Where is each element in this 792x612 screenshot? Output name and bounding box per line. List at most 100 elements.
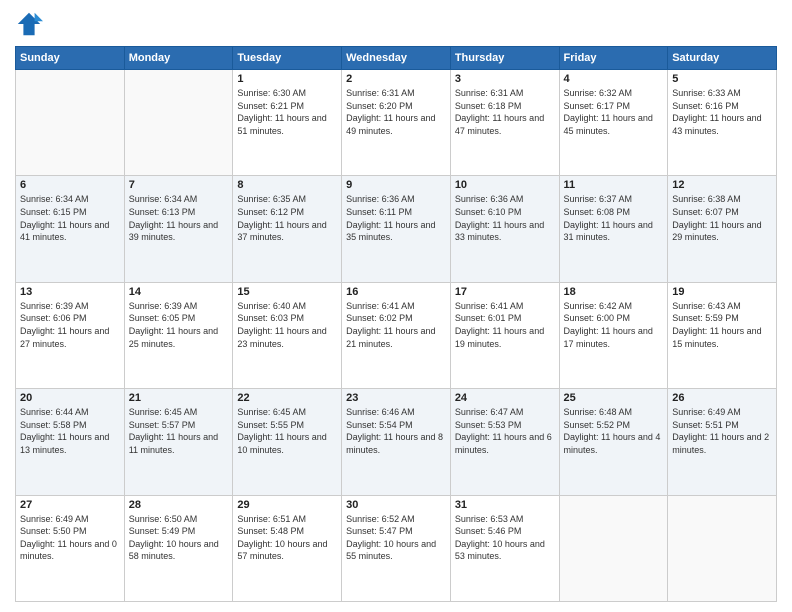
day-info: Sunrise: 6:50 AM Sunset: 5:49 PM Dayligh… bbox=[129, 513, 229, 563]
calendar-cell: 14 Sunrise: 6:39 AM Sunset: 6:05 PM Dayli… bbox=[124, 282, 233, 388]
day-number: 3 bbox=[455, 73, 555, 85]
calendar-cell: 26 Sunrise: 6:49 AM Sunset: 5:51 PM Dayli… bbox=[668, 389, 777, 495]
weekday-header-saturday: Saturday bbox=[668, 47, 777, 70]
calendar-table: SundayMondayTuesdayWednesdayThursdayFrid… bbox=[15, 46, 777, 602]
calendar-week-1: 1 Sunrise: 6:30 AM Sunset: 6:21 PM Daylig… bbox=[16, 70, 777, 176]
calendar-cell: 24 Sunrise: 6:47 AM Sunset: 5:53 PM Dayli… bbox=[450, 389, 559, 495]
day-info: Sunrise: 6:41 AM Sunset: 6:01 PM Dayligh… bbox=[455, 300, 555, 350]
day-info: Sunrise: 6:46 AM Sunset: 5:54 PM Dayligh… bbox=[346, 406, 446, 456]
calendar-week-5: 27Sunrise: 6:49 AM Sunset: 5:50 PM Dayli… bbox=[16, 495, 777, 601]
calendar-cell: 13 Sunrise: 6:39 AM Sunset: 6:06 PM Dayli… bbox=[16, 282, 125, 388]
calendar-cell: 27Sunrise: 6:49 AM Sunset: 5:50 PM Dayli… bbox=[16, 495, 125, 601]
weekday-header-sunday: Sunday bbox=[16, 47, 125, 70]
day-number: 19 bbox=[672, 286, 772, 298]
day-info: Sunrise: 6:39 AM Sunset: 6:06 PM Dayligh… bbox=[20, 300, 120, 350]
day-info: Sunrise: 6:47 AM Sunset: 5:53 PM Dayligh… bbox=[455, 406, 555, 456]
day-number: 11 bbox=[564, 179, 664, 191]
day-number: 5 bbox=[672, 73, 772, 85]
day-info: Sunrise: 6:38 AM Sunset: 6:07 PM Dayligh… bbox=[672, 193, 772, 243]
day-info: Sunrise: 6:45 AM Sunset: 5:57 PM Dayligh… bbox=[129, 406, 229, 456]
day-number: 14 bbox=[129, 286, 229, 298]
calendar-week-3: 13 Sunrise: 6:39 AM Sunset: 6:06 PM Dayli… bbox=[16, 282, 777, 388]
day-number: 29 bbox=[237, 499, 337, 511]
day-number: 13 bbox=[20, 286, 120, 298]
weekday-header-wednesday: Wednesday bbox=[342, 47, 451, 70]
calendar-cell: 22 Sunrise: 6:45 AM Sunset: 5:55 PM Dayli… bbox=[233, 389, 342, 495]
calendar-week-2: 6 Sunrise: 6:34 AM Sunset: 6:15 PM Daylig… bbox=[16, 176, 777, 282]
day-info: Sunrise: 6:52 AM Sunset: 5:47 PM Dayligh… bbox=[346, 513, 446, 563]
calendar-cell: 21 Sunrise: 6:45 AM Sunset: 5:57 PM Dayli… bbox=[124, 389, 233, 495]
day-info: Sunrise: 6:36 AM Sunset: 6:11 PM Dayligh… bbox=[346, 193, 446, 243]
day-info: Sunrise: 6:31 AM Sunset: 6:20 PM Dayligh… bbox=[346, 87, 446, 137]
calendar-cell: 15 Sunrise: 6:40 AM Sunset: 6:03 PM Dayli… bbox=[233, 282, 342, 388]
calendar-cell: 6 Sunrise: 6:34 AM Sunset: 6:15 PM Daylig… bbox=[16, 176, 125, 282]
weekday-header-monday: Monday bbox=[124, 47, 233, 70]
day-number: 22 bbox=[237, 392, 337, 404]
day-number: 17 bbox=[455, 286, 555, 298]
day-info: Sunrise: 6:40 AM Sunset: 6:03 PM Dayligh… bbox=[237, 300, 337, 350]
logo-icon bbox=[15, 10, 43, 38]
calendar-cell: 9Sunrise: 6:36 AM Sunset: 6:11 PM Daylig… bbox=[342, 176, 451, 282]
calendar-cell: 30Sunrise: 6:52 AM Sunset: 5:47 PM Dayli… bbox=[342, 495, 451, 601]
day-info: Sunrise: 6:44 AM Sunset: 5:58 PM Dayligh… bbox=[20, 406, 120, 456]
calendar-cell: 10 Sunrise: 6:36 AM Sunset: 6:10 PM Dayli… bbox=[450, 176, 559, 282]
calendar-cell: 20 Sunrise: 6:44 AM Sunset: 5:58 PM Dayli… bbox=[16, 389, 125, 495]
header bbox=[15, 10, 777, 38]
day-number: 15 bbox=[237, 286, 337, 298]
day-info: Sunrise: 6:45 AM Sunset: 5:55 PM Dayligh… bbox=[237, 406, 337, 456]
calendar-cell: 18 Sunrise: 6:42 AM Sunset: 6:00 PM Dayli… bbox=[559, 282, 668, 388]
calendar-cell: 25Sunrise: 6:48 AM Sunset: 5:52 PM Dayli… bbox=[559, 389, 668, 495]
day-number: 10 bbox=[455, 179, 555, 191]
calendar-cell bbox=[668, 495, 777, 601]
day-number: 12 bbox=[672, 179, 772, 191]
day-info: Sunrise: 6:34 AM Sunset: 6:15 PM Dayligh… bbox=[20, 193, 120, 243]
weekday-header-thursday: Thursday bbox=[450, 47, 559, 70]
day-number: 1 bbox=[237, 73, 337, 85]
day-number: 28 bbox=[129, 499, 229, 511]
calendar-cell: 1 Sunrise: 6:30 AM Sunset: 6:21 PM Daylig… bbox=[233, 70, 342, 176]
day-info: Sunrise: 6:31 AM Sunset: 6:18 PM Dayligh… bbox=[455, 87, 555, 137]
calendar-cell: 7 Sunrise: 6:34 AM Sunset: 6:13 PM Daylig… bbox=[124, 176, 233, 282]
weekday-header-friday: Friday bbox=[559, 47, 668, 70]
day-number: 7 bbox=[129, 179, 229, 191]
calendar-cell: 31 Sunrise: 6:53 AM Sunset: 5:46 PM Dayli… bbox=[450, 495, 559, 601]
day-info: Sunrise: 6:34 AM Sunset: 6:13 PM Dayligh… bbox=[129, 193, 229, 243]
day-info: Sunrise: 6:43 AM Sunset: 5:59 PM Dayligh… bbox=[672, 300, 772, 350]
day-number: 23 bbox=[346, 392, 446, 404]
day-number: 8 bbox=[237, 179, 337, 191]
calendar-cell: 4Sunrise: 6:32 AM Sunset: 6:17 PM Daylig… bbox=[559, 70, 668, 176]
day-number: 6 bbox=[20, 179, 120, 191]
day-number: 26 bbox=[672, 392, 772, 404]
page: SundayMondayTuesdayWednesdayThursdayFrid… bbox=[0, 0, 792, 612]
day-info: Sunrise: 6:53 AM Sunset: 5:46 PM Dayligh… bbox=[455, 513, 555, 563]
day-number: 31 bbox=[455, 499, 555, 511]
day-info: Sunrise: 6:30 AM Sunset: 6:21 PM Dayligh… bbox=[237, 87, 337, 137]
day-number: 2 bbox=[346, 73, 446, 85]
day-number: 20 bbox=[20, 392, 120, 404]
day-info: Sunrise: 6:33 AM Sunset: 6:16 PM Dayligh… bbox=[672, 87, 772, 137]
day-info: Sunrise: 6:37 AM Sunset: 6:08 PM Dayligh… bbox=[564, 193, 664, 243]
calendar-cell: 16Sunrise: 6:41 AM Sunset: 6:02 PM Dayli… bbox=[342, 282, 451, 388]
calendar-cell bbox=[16, 70, 125, 176]
day-number: 18 bbox=[564, 286, 664, 298]
calendar-cell: 17 Sunrise: 6:41 AM Sunset: 6:01 PM Dayli… bbox=[450, 282, 559, 388]
calendar-cell: 29Sunrise: 6:51 AM Sunset: 5:48 PM Dayli… bbox=[233, 495, 342, 601]
calendar-cell: 2 Sunrise: 6:31 AM Sunset: 6:20 PM Daylig… bbox=[342, 70, 451, 176]
calendar-cell: 19 Sunrise: 6:43 AM Sunset: 5:59 PM Dayli… bbox=[668, 282, 777, 388]
calendar-week-4: 20 Sunrise: 6:44 AM Sunset: 5:58 PM Dayli… bbox=[16, 389, 777, 495]
day-info: Sunrise: 6:41 AM Sunset: 6:02 PM Dayligh… bbox=[346, 300, 446, 350]
day-info: Sunrise: 6:36 AM Sunset: 6:10 PM Dayligh… bbox=[455, 193, 555, 243]
day-info: Sunrise: 6:39 AM Sunset: 6:05 PM Dayligh… bbox=[129, 300, 229, 350]
calendar-cell bbox=[124, 70, 233, 176]
calendar-cell: 5 Sunrise: 6:33 AM Sunset: 6:16 PM Daylig… bbox=[668, 70, 777, 176]
calendar-cell: 28 Sunrise: 6:50 AM Sunset: 5:49 PM Dayli… bbox=[124, 495, 233, 601]
calendar-cell bbox=[559, 495, 668, 601]
weekday-header-tuesday: Tuesday bbox=[233, 47, 342, 70]
day-info: Sunrise: 6:49 AM Sunset: 5:51 PM Dayligh… bbox=[672, 406, 772, 456]
day-number: 21 bbox=[129, 392, 229, 404]
day-info: Sunrise: 6:42 AM Sunset: 6:00 PM Dayligh… bbox=[564, 300, 664, 350]
day-number: 25 bbox=[564, 392, 664, 404]
day-number: 24 bbox=[455, 392, 555, 404]
calendar-cell: 23 Sunrise: 6:46 AM Sunset: 5:54 PM Dayli… bbox=[342, 389, 451, 495]
weekday-header-row: SundayMondayTuesdayWednesdayThursdayFrid… bbox=[16, 47, 777, 70]
